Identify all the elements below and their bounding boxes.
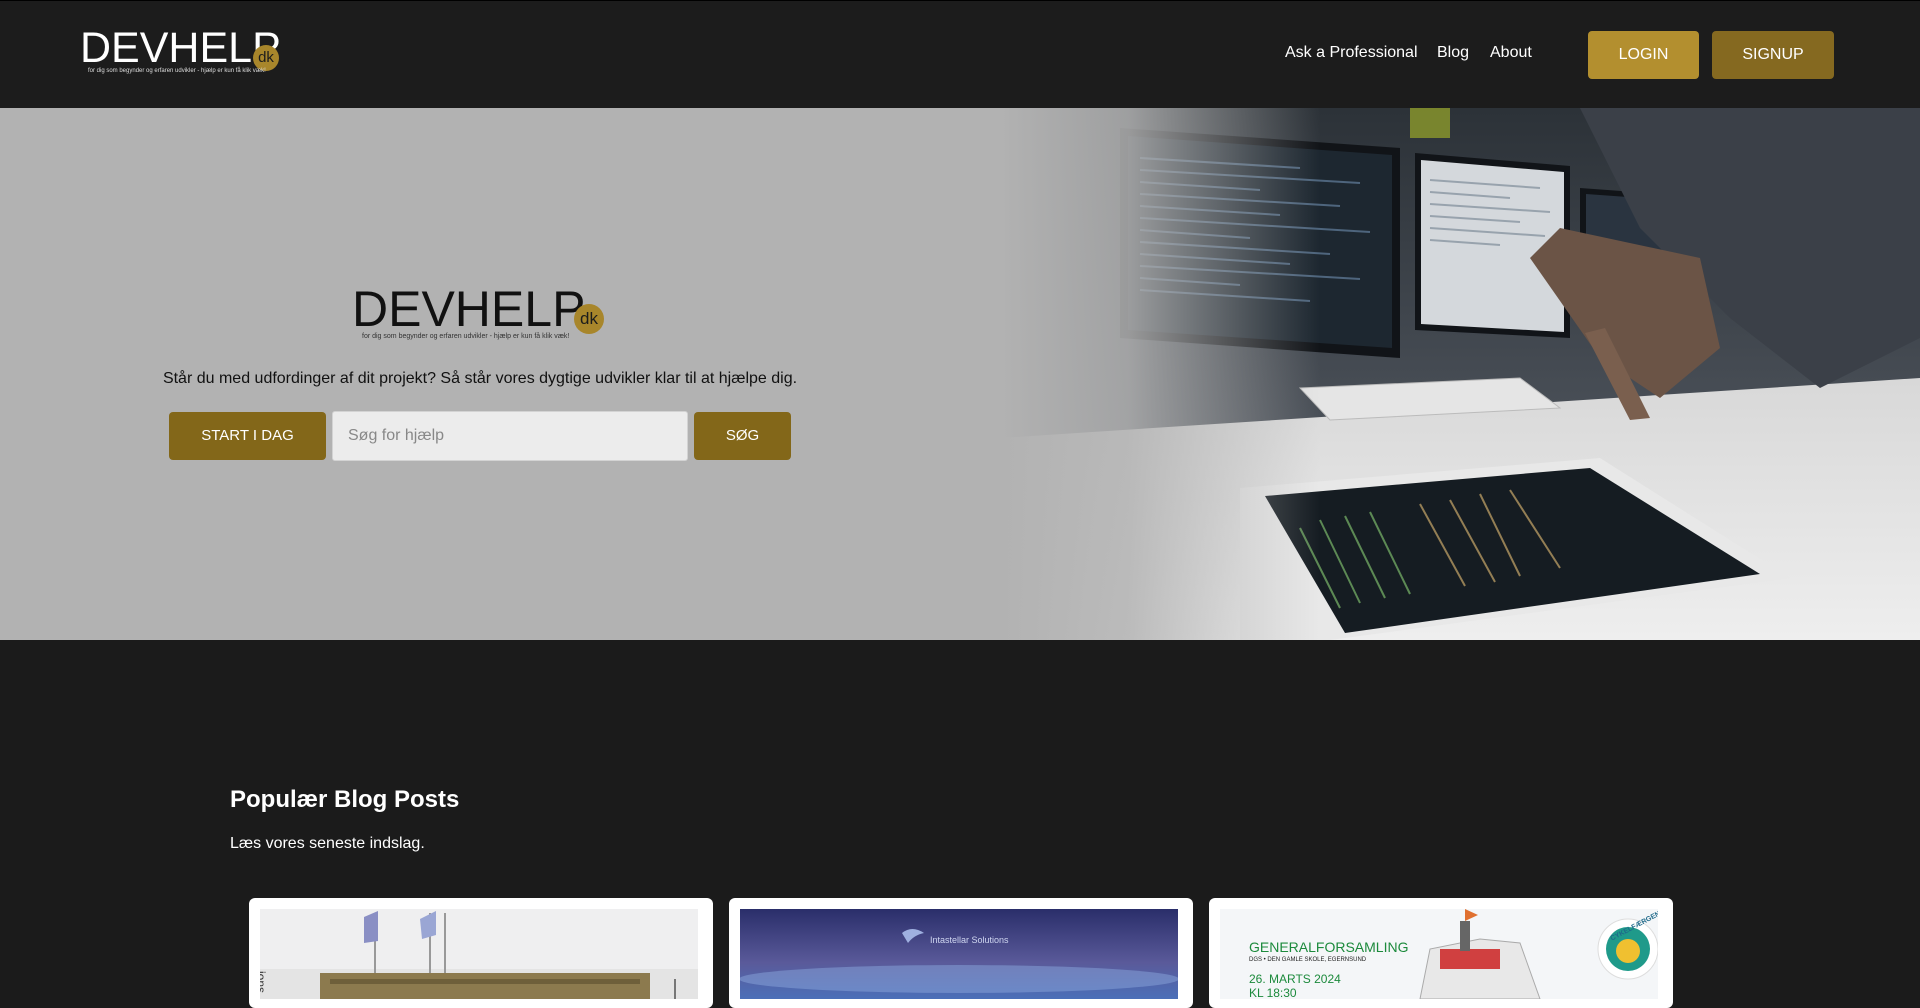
blog-card-headline: GENERALFORSAMLING bbox=[1249, 939, 1409, 955]
blog-card-image-text: Intastellar Solutions bbox=[930, 935, 1009, 945]
nav-blog[interactable]: Blog bbox=[1437, 44, 1469, 62]
blog-card[interactable]: ions bbox=[249, 898, 713, 1008]
nav-about[interactable]: About bbox=[1490, 44, 1532, 62]
blog-card-time: KL 18:30 bbox=[1249, 986, 1297, 999]
hero-logo-badge: dk bbox=[574, 304, 604, 334]
site-logo[interactable]: DEVHELP dk for dig som begynder og erfar… bbox=[80, 27, 290, 81]
hero-logo-wordmark: DEVHELP bbox=[352, 281, 586, 337]
hero-section: DEVHELP dk for dig som begynder og erfar… bbox=[0, 108, 1920, 640]
blog-card-image: GENERALFORSAMLING DGS • DEN GAMLE SKOLE,… bbox=[1220, 909, 1658, 999]
start-today-button[interactable]: START I DAG bbox=[169, 412, 326, 460]
blog-card-date: 26. MARTS 2024 bbox=[1249, 972, 1341, 986]
nav-ask-a-professional[interactable]: Ask a Professional bbox=[1285, 44, 1418, 62]
blog-card-image: Intastellar Solutions bbox=[740, 909, 1178, 999]
logo-tagline: for dig som begynder og erfaren udvikler… bbox=[88, 68, 266, 74]
blog-card-image-text: ions bbox=[260, 971, 268, 994]
blog-card[interactable]: GENERALFORSAMLING DGS • DEN GAMLE SKOLE,… bbox=[1209, 898, 1673, 1008]
search-button[interactable]: SØG bbox=[694, 412, 791, 460]
blog-card-location: DGS • DEN GAMLE SKOLE, EGERNSUND bbox=[1249, 957, 1367, 963]
section-subtitle: Læs vores seneste indslag. bbox=[230, 835, 425, 852]
hero-logo: DEVHELP dk for dig som begynder og erfar… bbox=[352, 284, 612, 348]
hero-logo-tagline: for dig som begynder og erfaren udvikler… bbox=[362, 333, 570, 340]
hero-description: Står du med udfordinger af dit projekt? … bbox=[162, 370, 798, 387]
login-button[interactable]: LOGIN bbox=[1588, 31, 1699, 79]
site-header: DEVHELP dk for dig som begynder og erfar… bbox=[0, 0, 1920, 108]
signup-button[interactable]: SIGNUP bbox=[1712, 31, 1834, 79]
blog-card[interactable]: Intastellar Solutions bbox=[729, 898, 1193, 1008]
blog-card-image: ions bbox=[260, 909, 698, 999]
hero-image-fade bbox=[1000, 108, 1320, 640]
section-title: Populær Blog Posts bbox=[230, 786, 460, 813]
search-input[interactable] bbox=[332, 411, 688, 461]
